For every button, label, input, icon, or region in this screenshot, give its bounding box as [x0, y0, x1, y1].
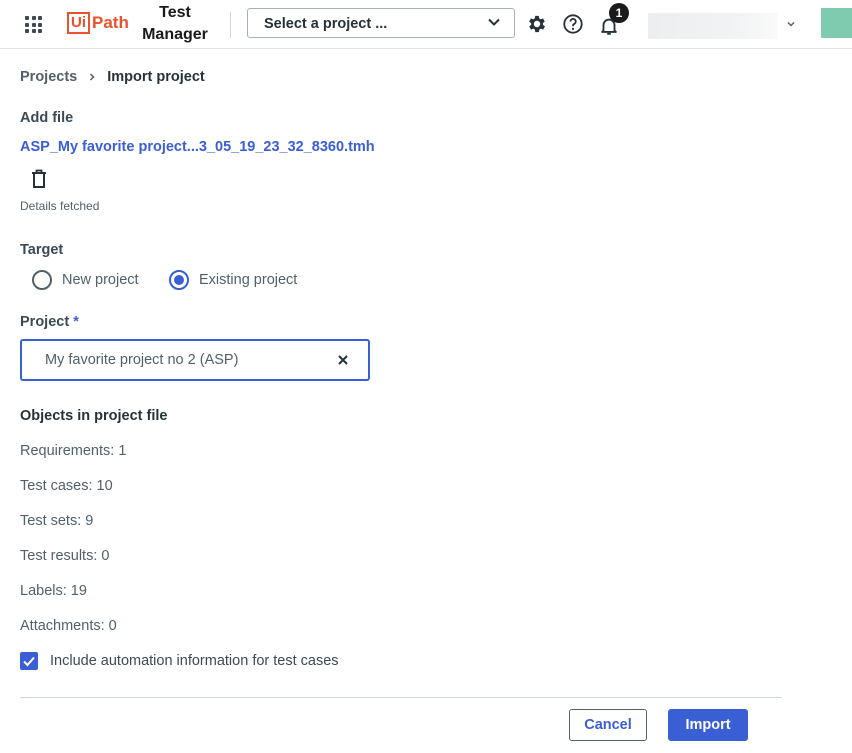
include-automation-checkbox[interactable]: Include automation information for test … [20, 652, 339, 670]
stat-requirements: Requirements: 1 [20, 443, 127, 459]
import-button[interactable]: Import [668, 709, 748, 741]
user-menu[interactable] [648, 13, 778, 39]
radio-existing-project-circle[interactable] [169, 270, 189, 290]
stat-labels: Labels: 19 [20, 583, 87, 599]
product-name-line2: Manager [142, 26, 208, 43]
header-divider [230, 12, 231, 38]
gear-icon[interactable] [526, 13, 548, 35]
project-input-value: My favorite project no 2 (ASP) [45, 352, 239, 368]
radio-new-project[interactable]: New project [32, 270, 139, 290]
logo-ui-box: Ui [67, 12, 90, 34]
delete-file-icon[interactable] [31, 169, 47, 189]
stat-test-sets: Test sets: 9 [20, 513, 94, 529]
radio-existing-project[interactable]: Existing project [169, 270, 297, 290]
avatar[interactable] [821, 8, 852, 38]
user-menu-chevron-icon[interactable] [786, 19, 796, 29]
radio-existing-project-label: Existing project [199, 272, 298, 288]
uipath-logo[interactable]: Ui Path [67, 11, 129, 35]
radio-new-project-label: New project [62, 272, 139, 288]
top-bar: Ui Path Test Manager Select a project ...… [0, 0, 852, 49]
project-selector[interactable]: Select a project ... [247, 8, 515, 38]
add-file-label: Add file [20, 110, 74, 126]
breadcrumb-current: Import project [107, 69, 205, 85]
breadcrumb-projects[interactable]: Projects [20, 69, 77, 85]
notification-badge: 1 [609, 3, 629, 23]
file-status-text: Details fetched [20, 199, 100, 213]
required-mark: * [73, 314, 79, 330]
product-name-line1: Test [159, 4, 191, 21]
check-icon [23, 656, 35, 667]
target-label: Target [20, 242, 64, 258]
stat-test-results: Test results: 0 [20, 548, 110, 564]
help-icon[interactable] [562, 13, 584, 35]
project-input[interactable]: My favorite project no 2 (ASP) [20, 339, 370, 381]
cancel-button[interactable]: Cancel [569, 709, 647, 741]
footer-divider [20, 697, 782, 698]
checkbox-checked[interactable] [20, 652, 38, 670]
breadcrumb: Projects Import project [20, 69, 205, 85]
app-launcher-icon[interactable] [25, 16, 42, 33]
stat-test-cases: Test cases: 10 [20, 478, 113, 494]
logo-path-text: Path [92, 13, 129, 32]
product-name: Test Manager [138, 2, 212, 46]
include-automation-label: Include automation information for test … [50, 653, 339, 669]
file-name-link[interactable]: ASP_My favorite project...3_05_19_23_32_… [20, 139, 375, 155]
radio-new-project-circle[interactable] [32, 270, 52, 290]
project-label-text: Project [20, 314, 70, 330]
project-label: Project * [20, 314, 79, 330]
project-selector-label: Select a project ... [264, 16, 388, 32]
chevron-right-icon [90, 73, 95, 81]
clear-icon[interactable] [336, 353, 350, 367]
chevron-down-icon [488, 18, 500, 26]
objects-heading: Objects in project file [20, 408, 168, 424]
stat-attachments: Attachments: 0 [20, 618, 117, 634]
